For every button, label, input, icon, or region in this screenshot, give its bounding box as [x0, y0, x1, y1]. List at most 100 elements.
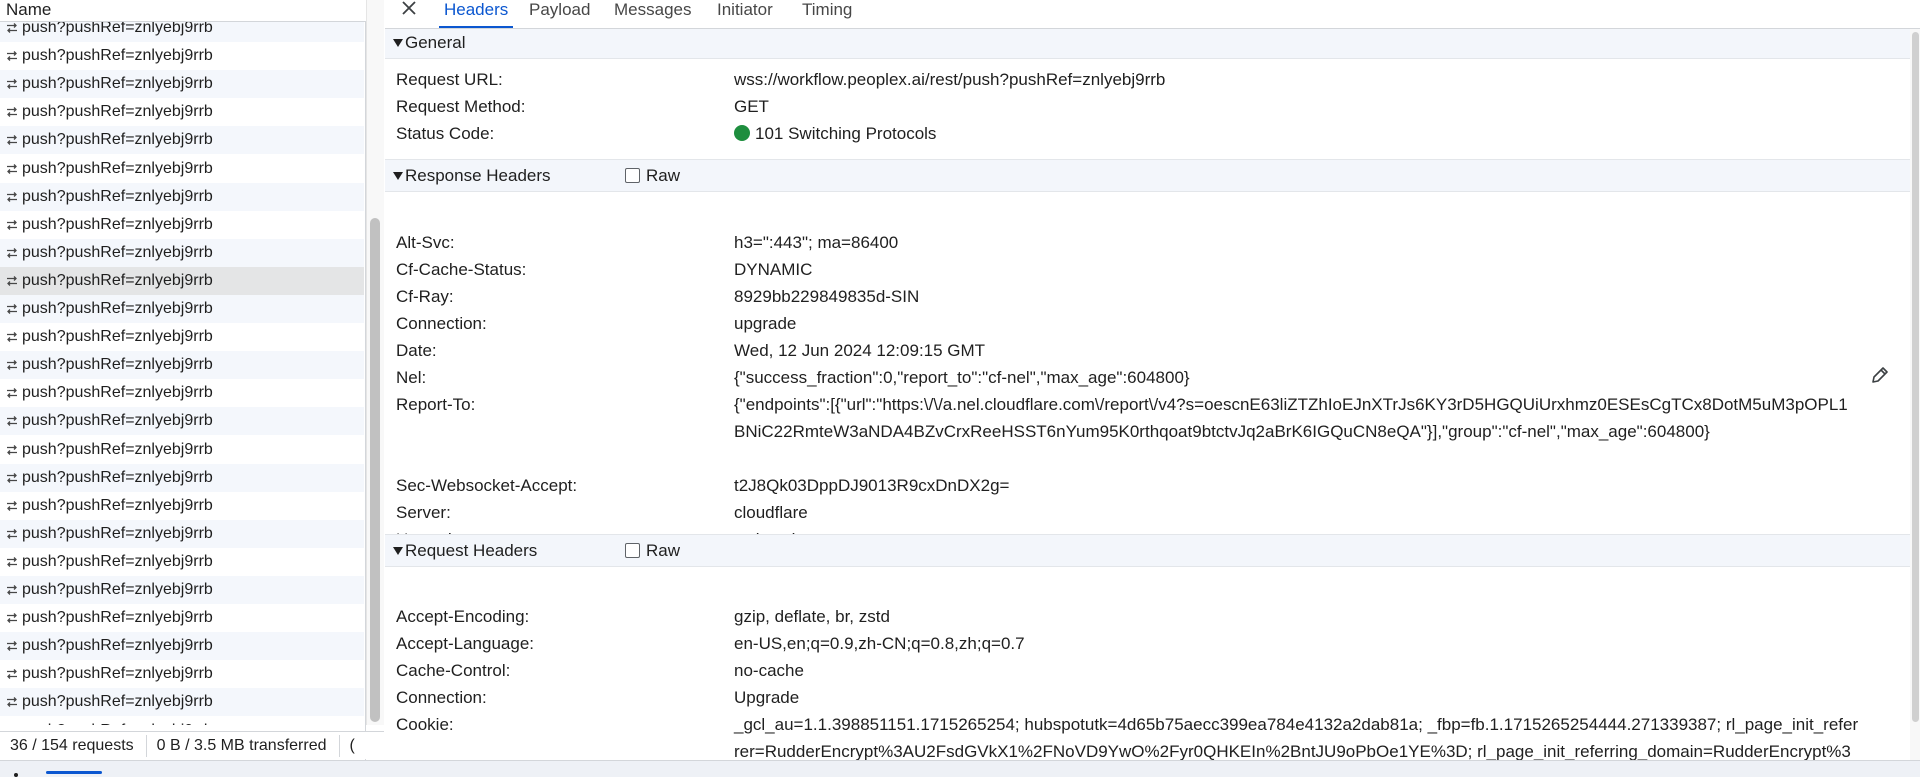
caret-down-icon	[393, 546, 403, 555]
close-icon[interactable]	[399, 0, 419, 20]
request-row[interactable]: push?pushRef=znlyebj9rrb	[0, 688, 364, 717]
tab-messages[interactable]: Messages	[614, 0, 691, 28]
header-key: Accept-Encoding:	[396, 607, 530, 626]
websocket-arrows-icon	[0, 267, 22, 295]
drawer-menu-icon[interactable]	[14, 773, 18, 777]
request-row[interactable]: push?pushRef=znlyebj9rrb	[0, 155, 364, 183]
request-name: push?pushRef=znlyebj9rrb	[22, 496, 213, 514]
header-key: Status Code:	[396, 124, 495, 143]
request-headers-title: Request Headers	[405, 540, 538, 560]
header-key: Report-To:	[396, 395, 476, 414]
request-row[interactable]: push?pushRef=znlyebj9rrb	[0, 98, 364, 126]
request-name: push?pushRef=znlyebj9rrb	[22, 103, 213, 121]
request-name: push?pushRef=znlyebj9rrb	[22, 693, 213, 711]
caret-down-icon	[393, 171, 403, 180]
tab-initiator[interactable]: Initiator	[717, 0, 773, 28]
request-row[interactable]: push?pushRef=znlyebj9rrb	[0, 42, 364, 70]
request-name: push?pushRef=znlyebj9rrb	[22, 581, 213, 598]
network-status-bar: 36 / 154 requests 0 B / 3.5 MB transferr…	[0, 731, 384, 759]
pencil-icon[interactable]	[1869, 364, 1891, 386]
request-row[interactable]: push?pushRef=znlyebj9rrb	[0, 604, 364, 632]
status-code-value: 101 Switching Protocols	[734, 120, 1859, 147]
websocket-arrows-icon	[0, 183, 22, 211]
request-row[interactable]: push?pushRef=znlyebj9rrb	[0, 211, 364, 239]
header-value: {"endpoints":[{"url":"https:\/\/a.nel.cl…	[734, 395, 1848, 441]
request-name: push?pushRef=znlyebj9rrb	[22, 47, 213, 65]
tab-headers[interactable]: Headers	[439, 0, 514, 28]
websocket-arrows-icon	[0, 70, 22, 98]
header-key: Server:	[396, 503, 451, 522]
request-row[interactable]: push?pushRef=znlyebj9rrb	[0, 295, 364, 323]
websocket-arrows-icon	[0, 295, 22, 323]
tab-timing[interactable]: Timing	[802, 0, 852, 28]
header-value: no-cache	[734, 661, 804, 680]
request-count: 36 / 154 requests	[0, 734, 147, 757]
drawer-tab-link[interactable]	[46, 771, 102, 774]
header-value: {"success_fraction":0,"report_to":"cf-ne…	[734, 368, 1190, 387]
header-key: Cf-Cache-Status:	[396, 260, 527, 279]
drawer-strip	[0, 760, 1920, 777]
request-row[interactable]: push?pushRef=znlyebj9rrb	[0, 238, 364, 267]
request-row[interactable]: push?pushRef=znlyebj9rrb	[0, 717, 364, 726]
request-row[interactable]: push?pushRef=znlyebj9rrb	[0, 266, 364, 295]
request-list-scrollbar-thumb[interactable]	[370, 218, 380, 722]
header-value: h3=":443"; ma=86400	[734, 233, 899, 252]
raw-checkbox[interactable]	[625, 543, 640, 558]
raw-label: Raw	[646, 540, 681, 560]
request-row[interactable]: push?pushRef=znlyebj9rrb	[0, 519, 364, 548]
header-value: upgrade	[734, 314, 797, 333]
request-name: push?pushRef=znlyebj9rrb	[22, 215, 213, 233]
header-key: Alt-Svc:	[396, 233, 455, 252]
request-name: push?pushRef=znlyebj9rrb	[22, 665, 213, 683]
name-column-header[interactable]: Name	[0, 0, 366, 22]
request-row[interactable]: push?pushRef=znlyebj9rrb	[0, 463, 364, 492]
request-name: push?pushRef=znlyebj9rrb	[22, 243, 213, 261]
header-key: Cf-Ray:	[396, 287, 454, 306]
websocket-arrows-icon	[0, 548, 22, 576]
request-name: push?pushRef=znlyebj9rrb	[22, 131, 213, 149]
caret-down-icon	[393, 38, 403, 47]
response-headers-section-header[interactable]: Response Headers Raw	[385, 159, 1910, 192]
websocket-arrows-icon	[0, 239, 22, 267]
raw-checkbox[interactable]	[625, 168, 640, 183]
request-row[interactable]: push?pushRef=znlyebj9rrb	[0, 70, 364, 99]
request-row[interactable]: push?pushRef=znlyebj9rrb	[0, 632, 364, 661]
request-row[interactable]: push?pushRef=znlyebj9rrb	[0, 351, 364, 380]
request-name: push?pushRef=znlyebj9rrb	[22, 75, 213, 93]
request-row[interactable]: push?pushRef=znlyebj9rrb	[0, 660, 364, 688]
request-row[interactable]: push?pushRef=znlyebj9rrb	[0, 576, 364, 604]
header-key: Nel:	[396, 368, 427, 387]
status-code-text: 101 Switching Protocols	[755, 124, 937, 143]
request-row[interactable]: push?pushRef=znlyebj9rrb	[0, 492, 364, 520]
request-name: push?pushRef=znlyebj9rrb	[22, 468, 213, 486]
general-section-header[interactable]: General	[385, 29, 1910, 59]
websocket-arrows-icon	[0, 323, 22, 351]
request-row[interactable]: push?pushRef=znlyebj9rrb	[0, 182, 364, 211]
request-row[interactable]: push?pushRef=znlyebj9rrb	[0, 407, 364, 436]
request-row[interactable]: push?pushRef=znlyebj9rrb	[0, 548, 364, 576]
request-raw-toggle[interactable]: Raw	[625, 541, 680, 561]
response-raw-toggle[interactable]: Raw	[625, 166, 680, 186]
request-name: push?pushRef=znlyebj9rrb	[22, 187, 213, 205]
request-row[interactable]: push?pushRef=znlyebj9rrb	[0, 22, 364, 42]
websocket-arrows-icon	[0, 98, 22, 126]
websocket-arrows-icon	[0, 688, 22, 716]
request-headers-section-header[interactable]: Request Headers Raw	[385, 534, 1910, 567]
header-key: Request URL:	[396, 70, 503, 89]
request-row[interactable]: push?pushRef=znlyebj9rrb	[0, 379, 364, 407]
name-column-label: Name	[6, 0, 52, 19]
tab-payload[interactable]: Payload	[529, 0, 590, 28]
websocket-arrows-icon	[0, 464, 22, 492]
header-key: Date:	[396, 341, 437, 360]
request-name: push?pushRef=znlyebj9rrb	[22, 356, 213, 374]
request-row[interactable]: push?pushRef=znlyebj9rrb	[0, 436, 364, 464]
websocket-arrows-icon	[0, 520, 22, 548]
request-row[interactable]: push?pushRef=znlyebj9rrb	[0, 323, 364, 351]
status-dot-icon	[734, 125, 750, 141]
header-value: t2J8Qk03DppDJ9013R9cxDnDX2g=	[734, 476, 1010, 495]
detail-scrollbar-thumb[interactable]	[1912, 32, 1919, 722]
request-row[interactable]: push?pushRef=znlyebj9rrb	[0, 126, 364, 155]
response-headers-title: Response Headers	[405, 165, 551, 185]
request-name: push?pushRef=znlyebj9rrb	[22, 412, 213, 430]
request-name: push?pushRef=znlyebj9rrb	[22, 440, 213, 458]
